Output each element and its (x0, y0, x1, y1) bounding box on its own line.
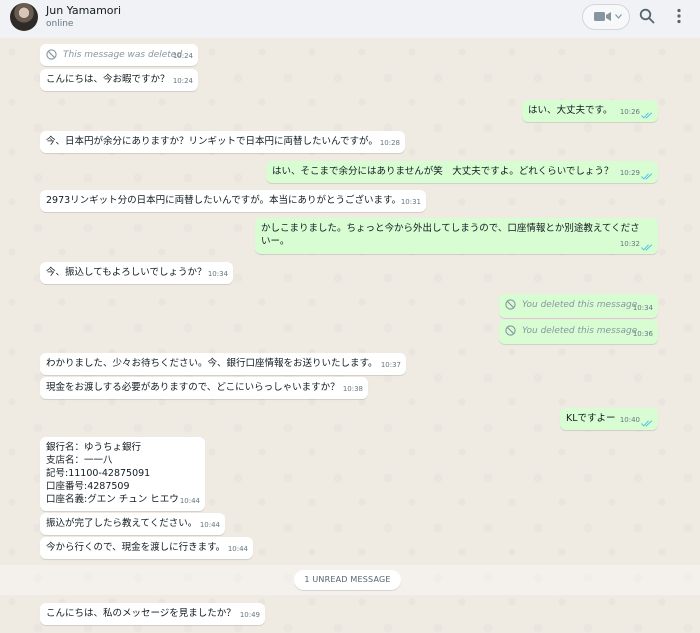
message-time: 10:24 (172, 77, 193, 85)
unread-messages-badge: 1 UNREAD MESSAGE (294, 570, 401, 590)
message-time: 10:31 (400, 198, 421, 206)
message-text: はい、そこまで余分にはありませんが笑 大丈夫ですよ。どれくらいでしょう？ (272, 166, 614, 177)
read-ticks-icon (641, 420, 653, 427)
message-time: 10:36 (632, 330, 653, 338)
contact-name[interactable]: Jun Yamamori (46, 4, 121, 17)
message-text: This message was deleted (63, 50, 183, 60)
message-bubble[interactable]: 今、振込してもよろしいでしょうか？ 10:34 (40, 262, 233, 284)
video-call-button[interactable] (582, 4, 630, 30)
message-text: You deleted this message (522, 300, 638, 310)
read-ticks-icon (641, 112, 653, 119)
message-text: こんにちは、私のメッセージを見ましたか？ (46, 608, 236, 619)
message-time: 10:44 (179, 497, 200, 505)
message-bubble[interactable]: 振込が完了したら教えてください。 10:44 (40, 513, 225, 535)
message-bubble[interactable]: 2973リンギット分の日本円に両替したいんですが。本当にありがとうございます。 … (40, 190, 426, 212)
message-text: こんにちは、今お暇ですか？ (46, 74, 170, 85)
message-text: KLですよー (566, 413, 616, 424)
message-bubble[interactable]: わかりました、少々お待ちください。今、銀行口座情報をお送りいたします。 10:3… (40, 353, 406, 375)
ban-icon (46, 49, 57, 60)
message-text: 現金をお渡しする必要がありますので、どこにいらっしゃいますか？ (46, 382, 340, 393)
message-text: はい、大丈夫です。 (528, 105, 613, 116)
contact-status: online (46, 19, 74, 29)
read-ticks-icon (641, 244, 653, 251)
message-bubble[interactable]: 今から行くので、現金を渡しに行きます。 10:44 (40, 537, 253, 559)
chat-header: Jun Yamamori online (0, 0, 700, 39)
message-bubble-deleted[interactable]: You deleted this message 10:36 (499, 320, 658, 344)
message-text: かしこまりました。ちょっと今から外出してしまうので、口座情報とか別途教えてくださ… (261, 223, 640, 247)
message-time: 10:28 (379, 139, 400, 147)
message-text: 今、振込してもよろしいでしょうか？ (46, 267, 207, 278)
message-bubble-outgoing[interactable]: かしこまりました。ちょっと今から外出してしまうので、口座情報とか別途教えてくださ… (255, 218, 658, 254)
message-time: 10:24 (172, 52, 193, 60)
message-time: 10:34 (207, 270, 228, 278)
message-bubble-deleted[interactable]: This message was deleted 10:24 (40, 44, 198, 66)
message-bubble-outgoing[interactable]: KLですよー 10:40 (560, 408, 658, 430)
message-time: 10:38 (342, 385, 363, 393)
message-bubble[interactable]: こんにちは、今お暇ですか？ 10:24 (40, 69, 198, 91)
search-icon[interactable] (639, 8, 655, 24)
message-time: 10:49 (239, 611, 260, 619)
message-time: 10:32 (619, 240, 640, 248)
message-text: 振込が完了したら教えてください。 (46, 518, 198, 529)
message-time: 10:26 (619, 108, 640, 116)
message-time: 10:44 (199, 521, 220, 529)
message-text: 今から行くので、現金を渡しに行きます。 (46, 542, 226, 553)
ban-icon (505, 325, 516, 336)
avatar[interactable] (10, 3, 38, 31)
ban-icon (505, 299, 516, 310)
message-time: 10:37 (380, 361, 401, 369)
message-text: 銀行名：ゆうちょ銀行 支店名：一一八 記号:11100-42875091 口座番… (46, 442, 179, 505)
message-bubble-deleted[interactable]: You deleted this message 10:34 (499, 294, 658, 318)
message-bubble[interactable]: 今、日本円が余分にありますか？リンギットで日本円に両替したいんですが。 10:2… (40, 131, 405, 153)
message-text: わかりました、少々お待ちください。今、銀行口座情報をお送りいたします。 (46, 358, 378, 369)
message-bubble[interactable]: 現金をお渡しする必要がありますので、どこにいらっしゃいますか？ 10:38 (40, 377, 368, 399)
message-text: You deleted this message (522, 326, 638, 336)
message-time: 10:34 (632, 304, 653, 312)
read-ticks-icon (641, 173, 653, 180)
message-text: 今、日本円が余分にありますか？リンギットで日本円に両替したいんですが。 (46, 136, 378, 147)
message-bubble[interactable]: こんにちは、私のメッセージを見ましたか？ 10:49 (40, 603, 265, 625)
message-bubble-outgoing[interactable]: はい、大丈夫です。 10:26 (522, 100, 658, 122)
video-camera-icon (594, 12, 611, 21)
message-bubble[interactable]: 銀行名：ゆうちょ銀行 支店名：一一八 記号:11100-42875091 口座番… (40, 437, 205, 511)
message-time: 10:40 (619, 416, 640, 424)
message-time: 10:44 (227, 545, 248, 553)
message-bubble-outgoing[interactable]: はい、そこまで余分にはありませんが笑 大丈夫ですよ。どれくらいでしょう？ 10:… (266, 161, 658, 183)
message-time: 10:29 (619, 169, 640, 177)
kebab-menu-icon[interactable] (676, 8, 682, 24)
message-text: 2973リンギット分の日本円に両替したいんですが。本当にありがとうございます。 (46, 195, 402, 206)
chevron-down-icon (615, 14, 622, 19)
